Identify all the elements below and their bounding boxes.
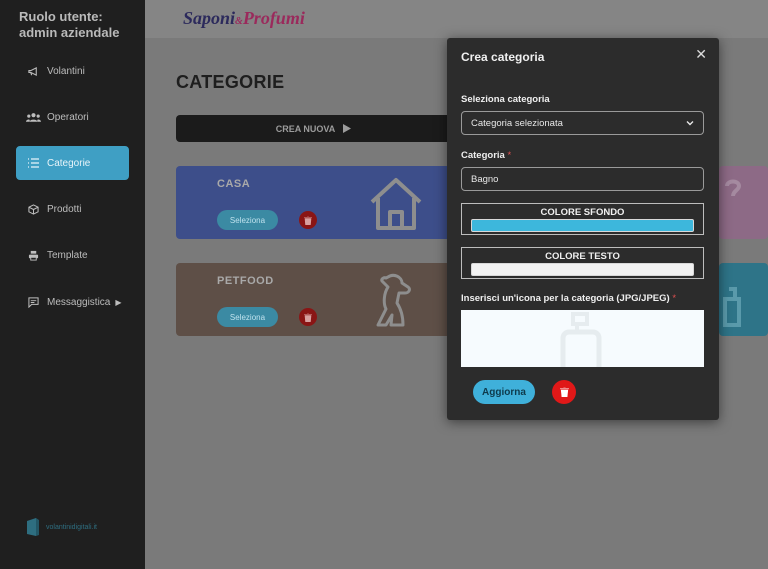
bottle-icon [723, 287, 741, 327]
footer-brand: volantinidigitali.it [26, 517, 97, 537]
house-icon [370, 178, 422, 230]
select-button[interactable]: Seleziona [217, 307, 278, 327]
close-icon[interactable]: ✕ [695, 46, 707, 63]
sidebar-item-label: Messaggistica [47, 296, 111, 308]
sidebar-item-label: Template [47, 249, 88, 261]
user-role: Ruolo utente: admin aziendale [19, 9, 119, 41]
footer-brand-text: volantinidigitali.it [46, 523, 97, 531]
brand-logo-icon [27, 518, 39, 536]
category-card-petfood: PETFOOD Seleziona [176, 263, 451, 336]
printer-icon [25, 250, 41, 261]
background-color-label: COLORE SFONDO [540, 207, 625, 218]
delete-button[interactable] [299, 211, 317, 229]
create-category-modal: Crea categoria ✕ Seleziona categoria Cat… [447, 38, 719, 420]
sidebar-item-label: Categorie [47, 157, 91, 169]
bottle-icon [560, 312, 602, 367]
category-name-field[interactable]: Bagno [461, 167, 704, 191]
play-icon [343, 124, 352, 133]
category-name-label: Categoria * [461, 150, 512, 161]
sidebar-item-categorie[interactable]: Categorie [16, 146, 129, 180]
chat-icon [25, 296, 41, 308]
page-title: CATEGORIE [176, 72, 285, 92]
delete-button[interactable] [299, 308, 317, 326]
category-card-peek [719, 166, 768, 239]
delete-button[interactable] [552, 380, 576, 404]
sidebar-item-prodotti[interactable]: Prodotti [16, 192, 129, 226]
users-icon [25, 112, 41, 123]
dog-icon [376, 273, 411, 327]
text-color-swatch[interactable] [471, 263, 694, 276]
hanger-icon [725, 179, 742, 197]
background-color-swatch[interactable] [471, 219, 694, 232]
sidebar: Ruolo utente: admin aziendale Volantini … [0, 0, 145, 569]
sidebar-item-messaggistica[interactable]: Messaggistica ▶ [16, 285, 129, 319]
select-button[interactable]: Seleziona [217, 210, 278, 230]
text-color-picker[interactable]: COLORE TESTO [461, 247, 704, 279]
sidebar-item-operatori[interactable]: Operatori [16, 100, 129, 134]
update-button[interactable]: Aggiorna [473, 380, 535, 404]
trash-icon [304, 312, 312, 322]
caret-right-icon: ▶ [115, 297, 122, 307]
role-label: Ruolo utente: [19, 9, 103, 24]
create-new-button[interactable]: CREA NUOVA [176, 115, 451, 142]
category-card-peek [719, 263, 768, 336]
list-icon [25, 158, 41, 168]
trash-icon [559, 387, 569, 397]
brand-logo: Saponi&Profumi [183, 8, 305, 28]
top-bar: Saponi&Profumi [145, 0, 768, 38]
icon-upload-area[interactable] [461, 310, 704, 367]
category-name: CASA [217, 178, 251, 190]
background-color-picker[interactable]: COLORE SFONDO [461, 203, 704, 235]
icon-upload-label: Inserisci un'icona per la categoria (JPG… [461, 293, 677, 304]
role-value: admin aziendale [19, 25, 120, 40]
sidebar-item-label: Operatori [47, 111, 89, 123]
modal-title: Crea categoria [461, 50, 545, 64]
category-name: PETFOOD [217, 275, 274, 287]
trash-icon [304, 215, 312, 225]
sidebar-item-label: Prodotti [47, 203, 82, 215]
chevron-down-icon [686, 121, 694, 126]
category-select[interactable]: Categoria selezionata [461, 111, 704, 135]
sidebar-item-label: Volantini [47, 65, 85, 77]
select-category-label: Seleziona categoria [461, 94, 550, 105]
box-icon [25, 203, 41, 215]
sidebar-item-volantini[interactable]: Volantini [16, 54, 129, 88]
sidebar-item-template[interactable]: Template [16, 238, 129, 272]
category-card-casa: CASA Seleziona [176, 166, 451, 239]
text-color-label: COLORE TESTO [545, 251, 620, 262]
megaphone-icon [25, 66, 41, 77]
